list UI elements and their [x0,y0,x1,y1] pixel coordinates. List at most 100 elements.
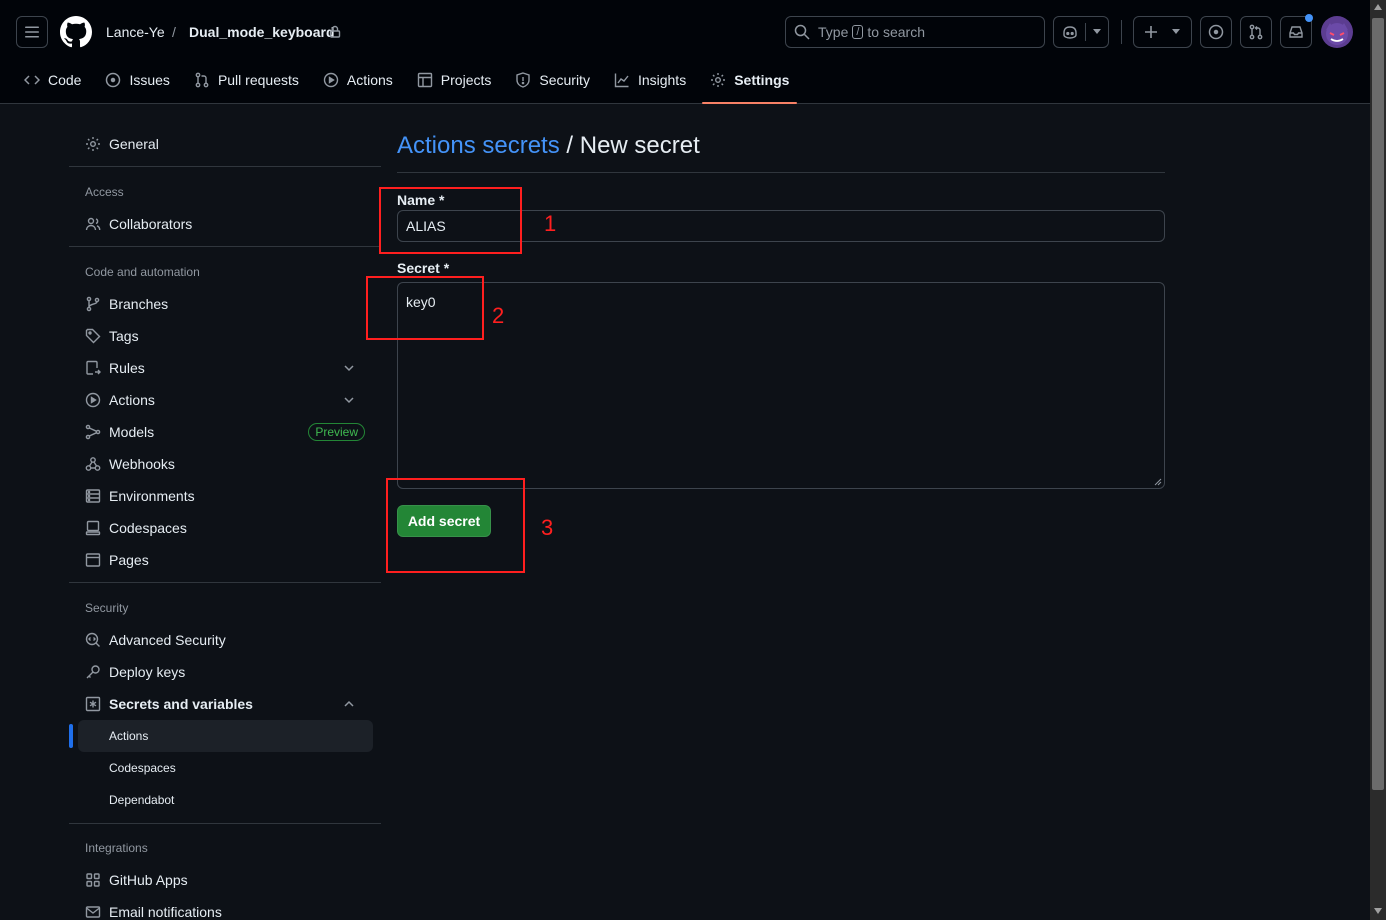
mail-icon [85,904,109,920]
sidebar-item-environments[interactable]: Environments [78,480,373,512]
tab-security[interactable]: Security [507,64,598,96]
sidebar-subitem-dependabot[interactable]: Dependabot [78,784,373,816]
page-title: Actions secrets / New secret [397,132,700,160]
breadcrumb-actions-secrets[interactable]: Actions secrets [397,132,560,159]
sidebar-item-label: Rules [109,360,145,376]
search-input[interactable]: Type / to search [785,16,1045,48]
table-icon [417,72,441,88]
sidebar-item-actions[interactable]: Actions [78,384,373,416]
tab-label: Projects [440,72,492,88]
sidebar-item-tags[interactable]: Tags [78,320,373,352]
sidebar-item-pages[interactable]: Pages [78,544,373,576]
sidebar-subitem-actions[interactable]: Actions [78,720,373,752]
secret-label: Secret * [397,260,450,276]
annotation-number-2: 2 [492,303,505,328]
sidebar-heading-integrations: Integrations [85,841,148,855]
tab-issues[interactable]: Issues [97,64,177,96]
sidebar-item-label: Secrets and variables [109,696,253,712]
create-new-button[interactable] [1133,16,1192,48]
tab-actions[interactable]: Actions [315,64,401,96]
active-indicator [69,724,73,748]
repo-nav: Code Issues Pull requests Actions Projec… [16,64,805,104]
sidebar-item-codespaces[interactable]: Codespaces [78,512,373,544]
sidebar-item-general[interactable]: General [78,128,373,160]
scroll-down-arrow-icon[interactable] [1374,908,1382,914]
sidebar-item-label: Codespaces [109,520,187,536]
rules-icon [85,360,109,376]
breadcrumb-owner[interactable]: Lance-Ye [106,24,165,40]
breadcrumb-repo[interactable]: Dual_mode_keyboard [189,24,335,40]
sidebar-heading-security: Security [85,601,129,615]
menu-button[interactable] [16,16,48,48]
sidebar-item-label: Environments [109,488,195,504]
github-logo-icon[interactable] [60,16,92,48]
webhook-icon [85,456,109,472]
pull-request-icon [1248,24,1264,40]
search-suffix: to search [867,24,926,40]
inbox-icon [1288,24,1304,40]
sidebar-item-label: Deploy keys [109,664,186,680]
annotation-number-1: 1 [544,211,557,236]
gear-icon [85,136,109,152]
search-icon [794,24,810,40]
sidebar-item-advanced-security[interactable]: Advanced Security [78,624,373,656]
hamburger-icon [24,24,40,40]
plus-icon [1144,25,1158,39]
gear-icon [710,72,734,88]
asterisk-icon [85,696,109,712]
play-icon [85,392,109,408]
issues-button[interactable] [1200,16,1232,48]
notification-dot [1305,14,1313,22]
sidebar-item-label: General [109,136,159,152]
sidebar-item-collaborators[interactable]: Collaborators [78,208,373,240]
sidebar-item-label: Actions [109,392,155,408]
tab-label: Settings [734,72,790,88]
tab-code[interactable]: Code [16,64,89,96]
sidebar-item-email-notifications[interactable]: Email notifications [78,896,373,920]
sidebar-heading-access: Access [85,185,124,199]
sidebar-item-label: Branches [109,296,169,312]
tag-icon [85,328,109,344]
play-icon [323,72,347,88]
secret-field[interactable]: key0 [397,282,1165,489]
tab-settings[interactable]: Settings [702,64,798,104]
people-icon [85,216,109,232]
lock-icon [329,25,341,38]
sidebar-item-rules[interactable]: Rules [78,352,373,384]
search-prefix: Type [818,24,849,40]
tab-label: Insights [637,72,687,88]
tab-projects[interactable]: Projects [409,64,500,96]
caret-down-icon [1092,29,1102,35]
sidebar-item-github-apps[interactable]: GitHub Apps [78,864,373,896]
models-icon [85,424,109,440]
tab-label: Code [48,72,82,88]
sidebar-item-label: Pages [109,552,149,568]
sidebar-item-label: Webhooks [109,456,175,472]
chevron-down-icon[interactable] [343,362,363,374]
pull-requests-button[interactable] [1240,16,1272,48]
scroll-up-arrow-icon[interactable] [1374,4,1382,10]
sidebar-item-deploy-keys[interactable]: Deploy keys [78,656,373,688]
tab-label: Actions [346,72,393,88]
server-icon [85,488,109,504]
sidebar-item-webhooks[interactable]: Webhooks [78,448,373,480]
sidebar-item-label: Models [109,424,155,440]
tab-pull-requests[interactable]: Pull requests [186,64,307,96]
chevron-up-icon[interactable] [343,698,363,710]
avatar[interactable] [1321,16,1353,48]
tab-label: Security [539,72,590,88]
chevron-down-icon[interactable] [343,394,363,406]
code-icon [24,72,48,88]
tab-insights[interactable]: Insights [606,64,694,96]
preview-badge: Preview [308,423,365,441]
sidebar-item-branches[interactable]: Branches [78,288,373,320]
annotation-box-3 [386,478,525,573]
scrollbar-thumb[interactable] [1372,18,1384,790]
resize-handle-icon[interactable] [1154,478,1162,486]
copilot-button[interactable] [1053,16,1109,48]
sidebar-subitem-codespaces[interactable]: Codespaces [78,752,373,784]
sidebar-item-models[interactable]: Models Preview [78,416,373,448]
sidebar-heading-code: Code and automation [85,265,200,279]
sidebar-item-secrets-variables[interactable]: Secrets and variables [78,688,373,720]
apps-icon [85,872,109,888]
